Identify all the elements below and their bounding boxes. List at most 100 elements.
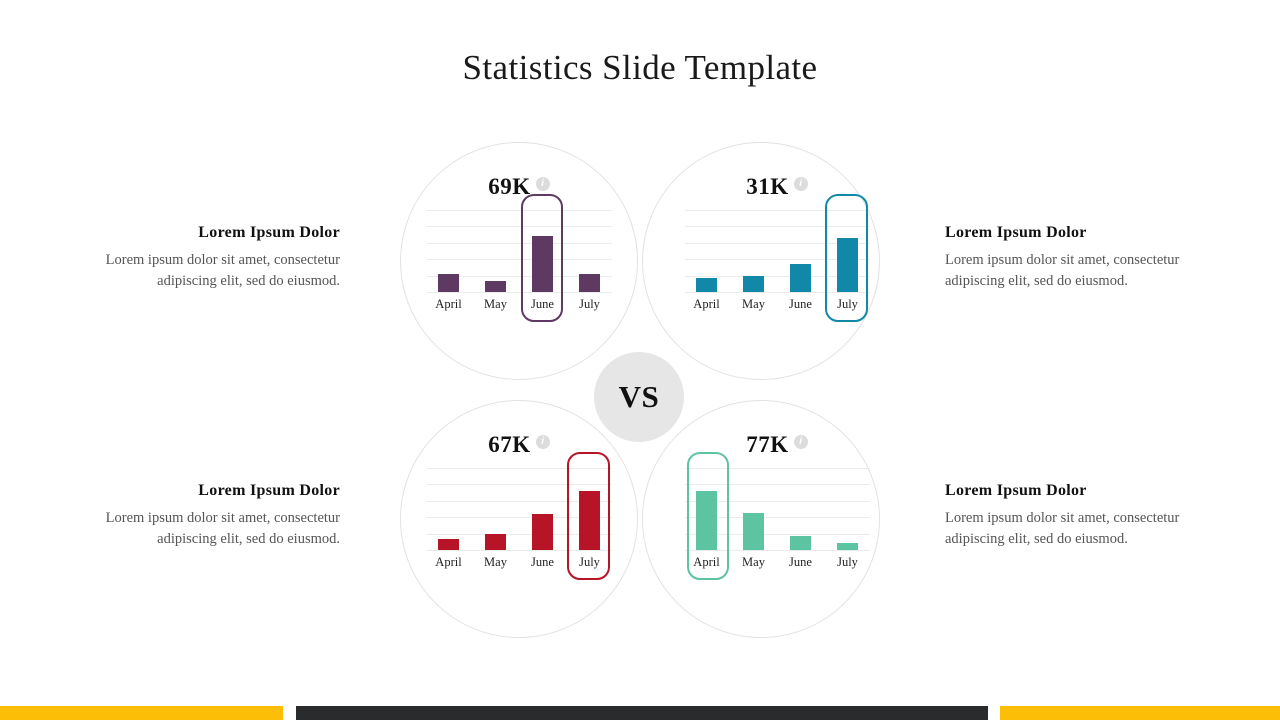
item-heading: Lorem Ipsum Dolor [945,482,1087,499]
text-block-item-1: Lorem Ipsum Dolor Lorem ipsum dolor sit … [90,224,340,291]
chart-x-axis-labels: April May June July [685,294,870,314]
chart-bars [685,210,870,292]
chart-x-axis-labels: April May June July [685,552,870,572]
bar [438,538,459,550]
x-axis-label: April [435,297,462,311]
bar-column [826,468,870,550]
info-icon[interactable]: i [535,177,550,191]
bar-column [685,468,729,550]
item-body: Lorem ipsum dolor sit amet, consectetur … [105,510,340,547]
kpi-value: 31K [746,174,789,199]
bar [485,533,506,550]
bar-chart-bottom-left: April May June July [426,452,612,580]
kpi-value: 67K [488,432,531,457]
user-gear-icon [360,255,388,282]
chart-bars [427,468,612,550]
x-axis-label: June [531,297,554,311]
info-icon[interactable]: i [793,435,808,449]
bar [579,273,600,292]
bar-column [732,468,776,550]
footer-bar-right [1000,706,1280,720]
x-axis-label: July [837,555,858,569]
bar [485,281,506,292]
bar [696,490,717,550]
footer-bar-left [0,706,283,720]
x-axis-label: May [484,297,507,311]
x-axis-label: June [531,555,554,569]
chart-panel-bottom-left: 67K i April May June July [394,430,644,645]
chart-x-axis-labels: April May June July [427,552,612,572]
kpi-value: 77K [746,432,789,457]
bar-column [779,210,823,292]
chart-bars [685,468,870,550]
info-icon[interactable]: i [793,177,808,191]
bar-chart-bottom-right: April May June July [684,452,870,580]
bar [790,536,811,550]
bar [532,513,553,550]
x-axis-label: April [693,555,720,569]
bar-column [474,468,518,550]
chart-bars [427,210,612,292]
x-axis-label: April [435,555,462,569]
bar-column [521,468,565,550]
info-icon[interactable]: i [535,435,550,449]
vs-badge: VS [594,352,684,442]
item-heading: Lorem Ipsum Dolor [945,224,1087,241]
slide-canvas: Statistics Slide Template 69K i April May… [0,0,1280,720]
chart-panel-top-right: 31K i April May June July [652,172,902,387]
icon-badge-item-4[interactable] [878,499,930,551]
item-body: Lorem ipsum dolor sit amet, consectetur … [105,252,340,289]
bar-column [474,210,518,292]
bar [438,273,459,292]
kpi-top-right: 31K i [652,172,902,202]
bar-column [568,210,612,292]
bar [579,490,600,550]
bar-column [826,210,870,292]
bar-column [732,210,776,292]
x-axis-label: July [579,555,600,569]
megaphone-icon [361,512,388,539]
gridline [426,292,612,293]
x-axis-label: May [742,555,765,569]
item-heading: Lorem Ipsum Dolor [198,482,340,499]
bar-column [427,210,471,292]
bar-column [568,468,612,550]
text-block-item-3: Lorem Ipsum Dolor Lorem ipsum dolor sit … [90,482,340,549]
bar [743,513,764,550]
x-axis-label: May [484,555,507,569]
bar-column [779,468,823,550]
bar-chart-top-left: April May June July [426,194,612,322]
icon-badge-item-3[interactable] [348,499,400,551]
bar-chart-top-right: April May June July [684,194,870,322]
x-axis-label: July [579,297,600,311]
x-axis-label: June [789,297,812,311]
bar [790,264,811,292]
x-axis-label: April [693,297,720,311]
item-heading: Lorem Ipsum Dolor [198,224,340,241]
gridline [684,292,870,293]
page-title: Statistics Slide Template [462,48,818,87]
strategy-clipboard-icon [891,512,918,539]
text-block-item-4: Lorem Ipsum Dolor Lorem ipsum dolor sit … [945,482,1195,549]
bar [837,542,858,550]
gridline [426,550,612,551]
gridline [684,550,870,551]
kpi-top-left: 69K i [394,172,644,202]
chart-panel-bottom-right: 77K i April May June July [652,430,902,645]
scales-icon [891,255,918,282]
footer-bar-center [296,706,988,720]
bar-column [521,210,565,292]
kpi-bottom-left: 67K i [394,430,644,460]
item-body: Lorem ipsum dolor sit amet, consectetur … [945,252,1180,289]
bar-column [427,468,471,550]
icon-badge-item-1[interactable] [348,242,400,294]
item-body: Lorem ipsum dolor sit amet, consectetur … [945,510,1180,547]
chart-x-axis-labels: April May June July [427,294,612,314]
bar [532,236,553,292]
icon-badge-item-2[interactable] [878,242,930,294]
kpi-value: 69K [488,174,531,199]
kpi-bottom-right: 77K i [652,430,902,460]
chart-panel-top-left: 69K i April May June July [394,172,644,387]
x-axis-label: June [789,555,812,569]
bar-column [685,210,729,292]
